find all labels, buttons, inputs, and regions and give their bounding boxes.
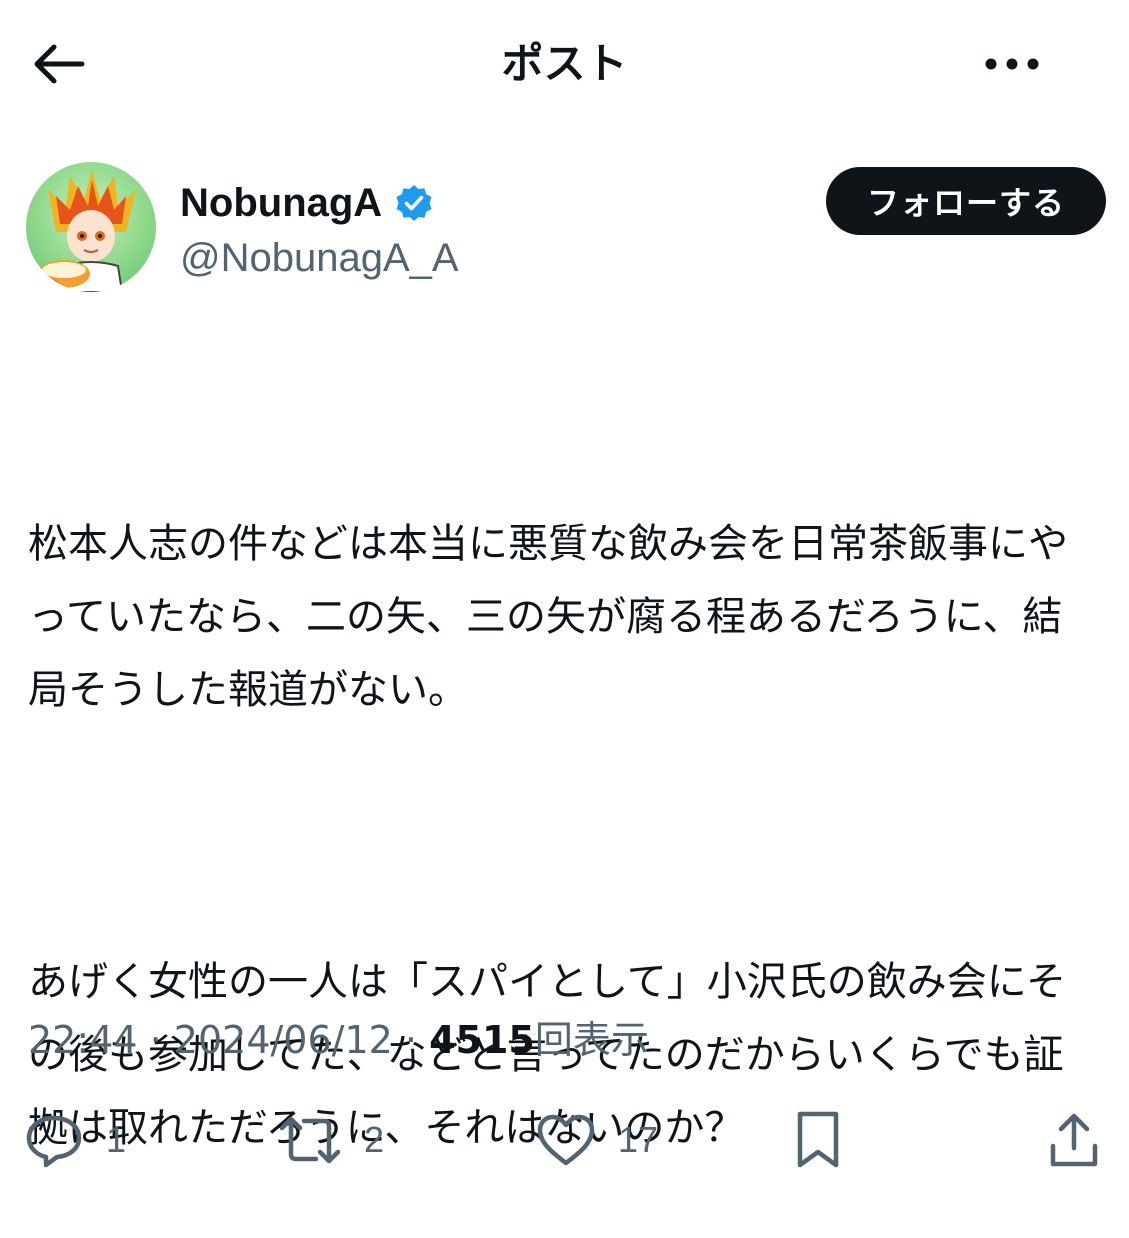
post-meta: 22:44 · 2024/06/12 · 4515回表示: [28, 1014, 649, 1066]
bookmark-icon: [797, 1111, 839, 1168]
post-date[interactable]: 2024/06/12: [174, 1018, 393, 1062]
author-handle[interactable]: @NobunagA_A: [180, 236, 459, 281]
post-paragraph: 松本人志の件などは本当に悪質な飲み会を日常茶飯事にやっていたなら、二の矢、三の矢…: [28, 521, 1068, 713]
post-time[interactable]: 22:44: [28, 1018, 138, 1062]
views-label: 回表示: [534, 1018, 649, 1062]
post-author: NobunagA @NobunagA_A フォローする: [26, 162, 1106, 294]
share-icon: [1050, 1113, 1098, 1167]
display-name[interactable]: NobunagA: [180, 181, 382, 226]
views-count: 4515: [429, 1018, 535, 1062]
repost-icon: [279, 1116, 341, 1164]
repost-count: 2: [364, 1119, 385, 1160]
repost-button[interactable]: 2: [278, 1100, 384, 1180]
avatar[interactable]: [26, 162, 156, 292]
reply-icon: [26, 1115, 82, 1168]
page-title: ポスト: [501, 39, 628, 88]
top-bar: ポスト: [0, 0, 1129, 130]
reply-button[interactable]: 1: [24, 1100, 126, 1180]
more-options-button[interactable]: [967, 40, 1057, 88]
like-button[interactable]: 17: [536, 1100, 658, 1180]
heart-icon: [537, 1114, 595, 1166]
meta-separator: ·: [404, 1018, 418, 1062]
bookmark-button[interactable]: [794, 1100, 842, 1180]
more-horizontal-icon: [985, 58, 1039, 70]
verified-badge-icon: [396, 185, 432, 221]
share-button[interactable]: [1048, 1100, 1100, 1180]
avatar-illustration: [32, 170, 136, 292]
author-names: NobunagA @NobunagA_A: [180, 176, 459, 281]
reply-count: 1: [106, 1119, 127, 1160]
follow-button[interactable]: フォローする: [826, 167, 1106, 235]
meta-separator: ·: [149, 1018, 162, 1062]
action-bar: 1 2 17: [24, 1100, 1104, 1180]
like-count: 17: [618, 1119, 659, 1160]
